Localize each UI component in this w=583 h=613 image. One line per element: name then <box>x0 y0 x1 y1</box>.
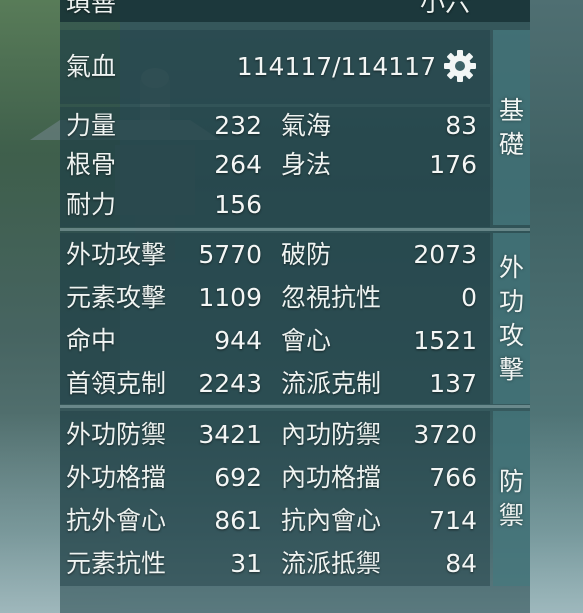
tab-attack-char: 外 <box>498 252 524 282</box>
header-right-text: 小六 <box>420 0 471 17</box>
stat-label: 抗外會心 <box>66 506 167 535</box>
stat-label: 外功攻擊 <box>66 240 167 269</box>
stat-label: 破防 <box>281 240 332 269</box>
header-left-text: 瑣善 <box>66 0 117 17</box>
hp-label: 氣血 <box>66 52 117 81</box>
stat-label: 元素攻擊 <box>66 283 167 312</box>
stat-value: 5770 <box>198 240 262 269</box>
stat-value: 692 <box>214 463 262 492</box>
tab-basic-char: 礎 <box>498 129 524 159</box>
stat-label: 命中 <box>66 326 117 355</box>
stat-value: 766 <box>429 463 477 492</box>
stat-label: 元素抗性 <box>66 549 167 578</box>
tab-basic[interactable]: 基 礎 <box>493 30 530 225</box>
tab-defense[interactable]: 防 禦 <box>493 411 530 586</box>
section-divider <box>60 405 530 408</box>
stat-label: 氣海 <box>281 111 332 140</box>
stat-value: 944 <box>214 326 262 355</box>
stat-value: 1521 <box>413 326 477 355</box>
stat-value: 1109 <box>198 283 262 312</box>
stat-label: 流派克制 <box>281 369 382 398</box>
stat-value: 264 <box>214 150 262 179</box>
stat-value: 176 <box>429 150 477 179</box>
tab-defense-char: 防 <box>498 466 524 496</box>
tab-basic-char: 基 <box>498 95 524 125</box>
stat-value: 2073 <box>413 240 477 269</box>
stat-label: 抗內會心 <box>281 506 382 535</box>
stat-value: 2243 <box>198 369 262 398</box>
stat-label: 耐力 <box>66 190 117 219</box>
stat-label: 會心 <box>281 326 332 355</box>
stat-label: 流派抵禦 <box>281 549 382 578</box>
gear-icon[interactable] <box>443 49 477 83</box>
stat-value: 31 <box>230 549 262 578</box>
tab-attack-char: 擊 <box>498 354 524 384</box>
stat-value: 861 <box>214 506 262 535</box>
stat-value: 3720 <box>413 420 477 449</box>
stat-value: 84 <box>445 549 477 578</box>
stat-label: 內功格擋 <box>281 463 382 492</box>
section-divider <box>60 228 530 231</box>
hp-value: 114117/114117 <box>236 52 436 81</box>
tab-defense-char: 禦 <box>498 500 524 530</box>
stat-value: 156 <box>214 190 262 219</box>
tab-attack[interactable]: 外 功 攻 擊 <box>493 233 530 404</box>
stat-value: 3421 <box>198 420 262 449</box>
stat-value: 83 <box>445 111 477 140</box>
stat-label: 內功防禦 <box>281 420 382 449</box>
stat-value: 0 <box>461 283 477 312</box>
stat-label: 外功格擋 <box>66 463 167 492</box>
stat-label: 力量 <box>66 111 117 140</box>
stat-label: 外功防禦 <box>66 420 167 449</box>
tab-attack-char: 功 <box>498 286 524 316</box>
stat-label: 首領克制 <box>66 369 167 398</box>
stat-value: 137 <box>429 369 477 398</box>
stat-label: 根骨 <box>66 150 117 179</box>
tab-attack-char: 攻 <box>498 320 524 350</box>
stat-label: 身法 <box>281 150 332 179</box>
stat-value: 232 <box>214 111 262 140</box>
stat-value: 714 <box>429 506 477 535</box>
stat-label: 忽視抗性 <box>281 283 382 312</box>
